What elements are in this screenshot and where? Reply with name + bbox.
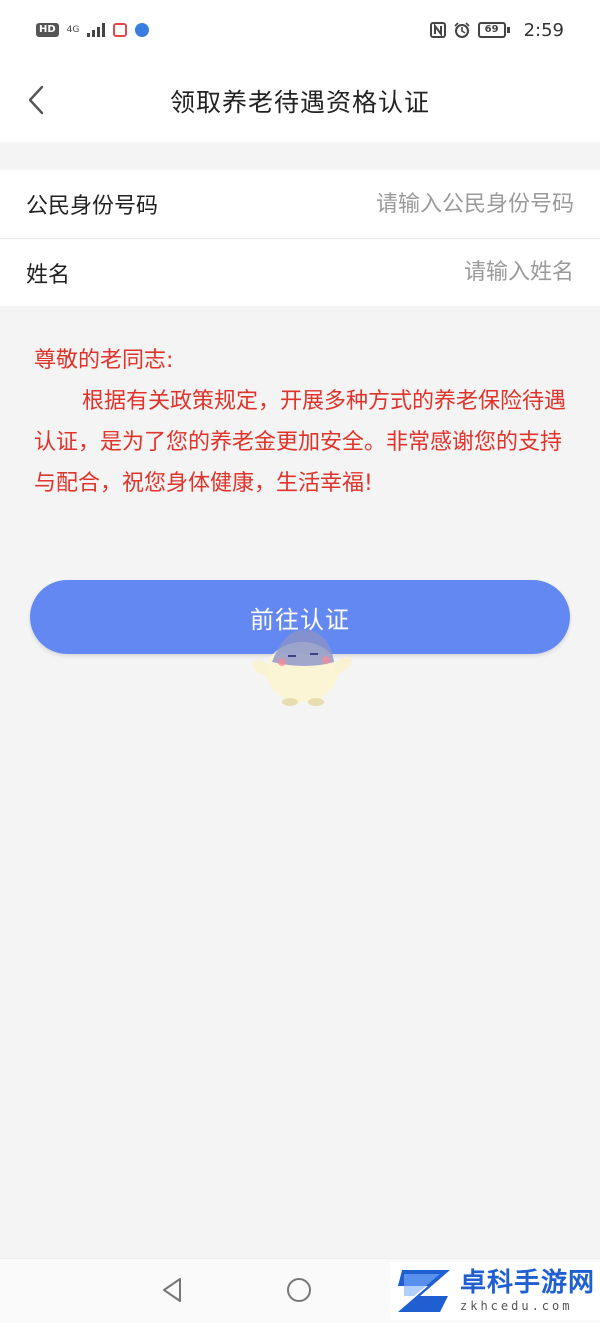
chevron-left-icon [28, 85, 44, 115]
id-number-label: 公民身份号码 [26, 194, 159, 219]
watermark-logo-icon [398, 1270, 450, 1312]
red-app-icon [113, 23, 128, 37]
name-label: 姓名 [26, 262, 71, 288]
id-number-input[interactable] [254, 191, 574, 217]
name-row: 姓名 [0, 238, 600, 306]
status-right: 69 2:59 [429, 19, 564, 41]
home-circle-icon [287, 1278, 311, 1302]
nav-back-button[interactable] [158, 1275, 188, 1305]
battery-cap [506, 27, 510, 33]
notice-greeting: 尊敬的老同志: [34, 348, 174, 373]
watermark-subtitle: zkhcedu.com [460, 1299, 573, 1313]
mascot-icon [252, 629, 352, 706]
nav-home-button[interactable] [284, 1275, 314, 1305]
status-bar: HD 4G 69 2:59 [0, 0, 600, 60]
hd-icon: HD [36, 23, 59, 37]
watermark: 卓科手游网 zkhcedu.com [390, 1262, 600, 1320]
status-left: HD 4G [36, 23, 150, 37]
network-type: 4G [66, 24, 80, 35]
name-input[interactable] [254, 260, 574, 285]
app-header: 领取养老待遇资格认证 [0, 60, 600, 142]
alarm-icon [454, 22, 470, 38]
clock: 2:59 [523, 19, 564, 41]
battery-level: 69 [477, 22, 506, 38]
back-button[interactable] [18, 78, 54, 122]
signal-icon [87, 23, 106, 37]
notice-text: 尊敬的老同志: 根据有关政策规定，开展多种方式的养老保险待遇认证，是为了您的养老… [34, 340, 570, 504]
watermark-title: 卓科手游网 [460, 1268, 596, 1298]
nfc-icon [429, 22, 446, 38]
notice-body: 根据有关政策规定，开展多种方式的养老保险待遇认证，是为了您的养老金更加安全。非常… [34, 389, 567, 496]
auth-form: 公民身份号码 姓名 [0, 170, 600, 306]
battery-icon: 69 [477, 22, 510, 38]
blue-app-icon [135, 23, 150, 37]
watermark-text: 卓科手游网 zkhcedu.com [460, 1268, 595, 1314]
id-number-row: 公民身份号码 [0, 170, 600, 238]
page-title: 领取养老待遇资格认证 [169, 88, 430, 117]
back-triangle-icon [163, 1278, 181, 1302]
